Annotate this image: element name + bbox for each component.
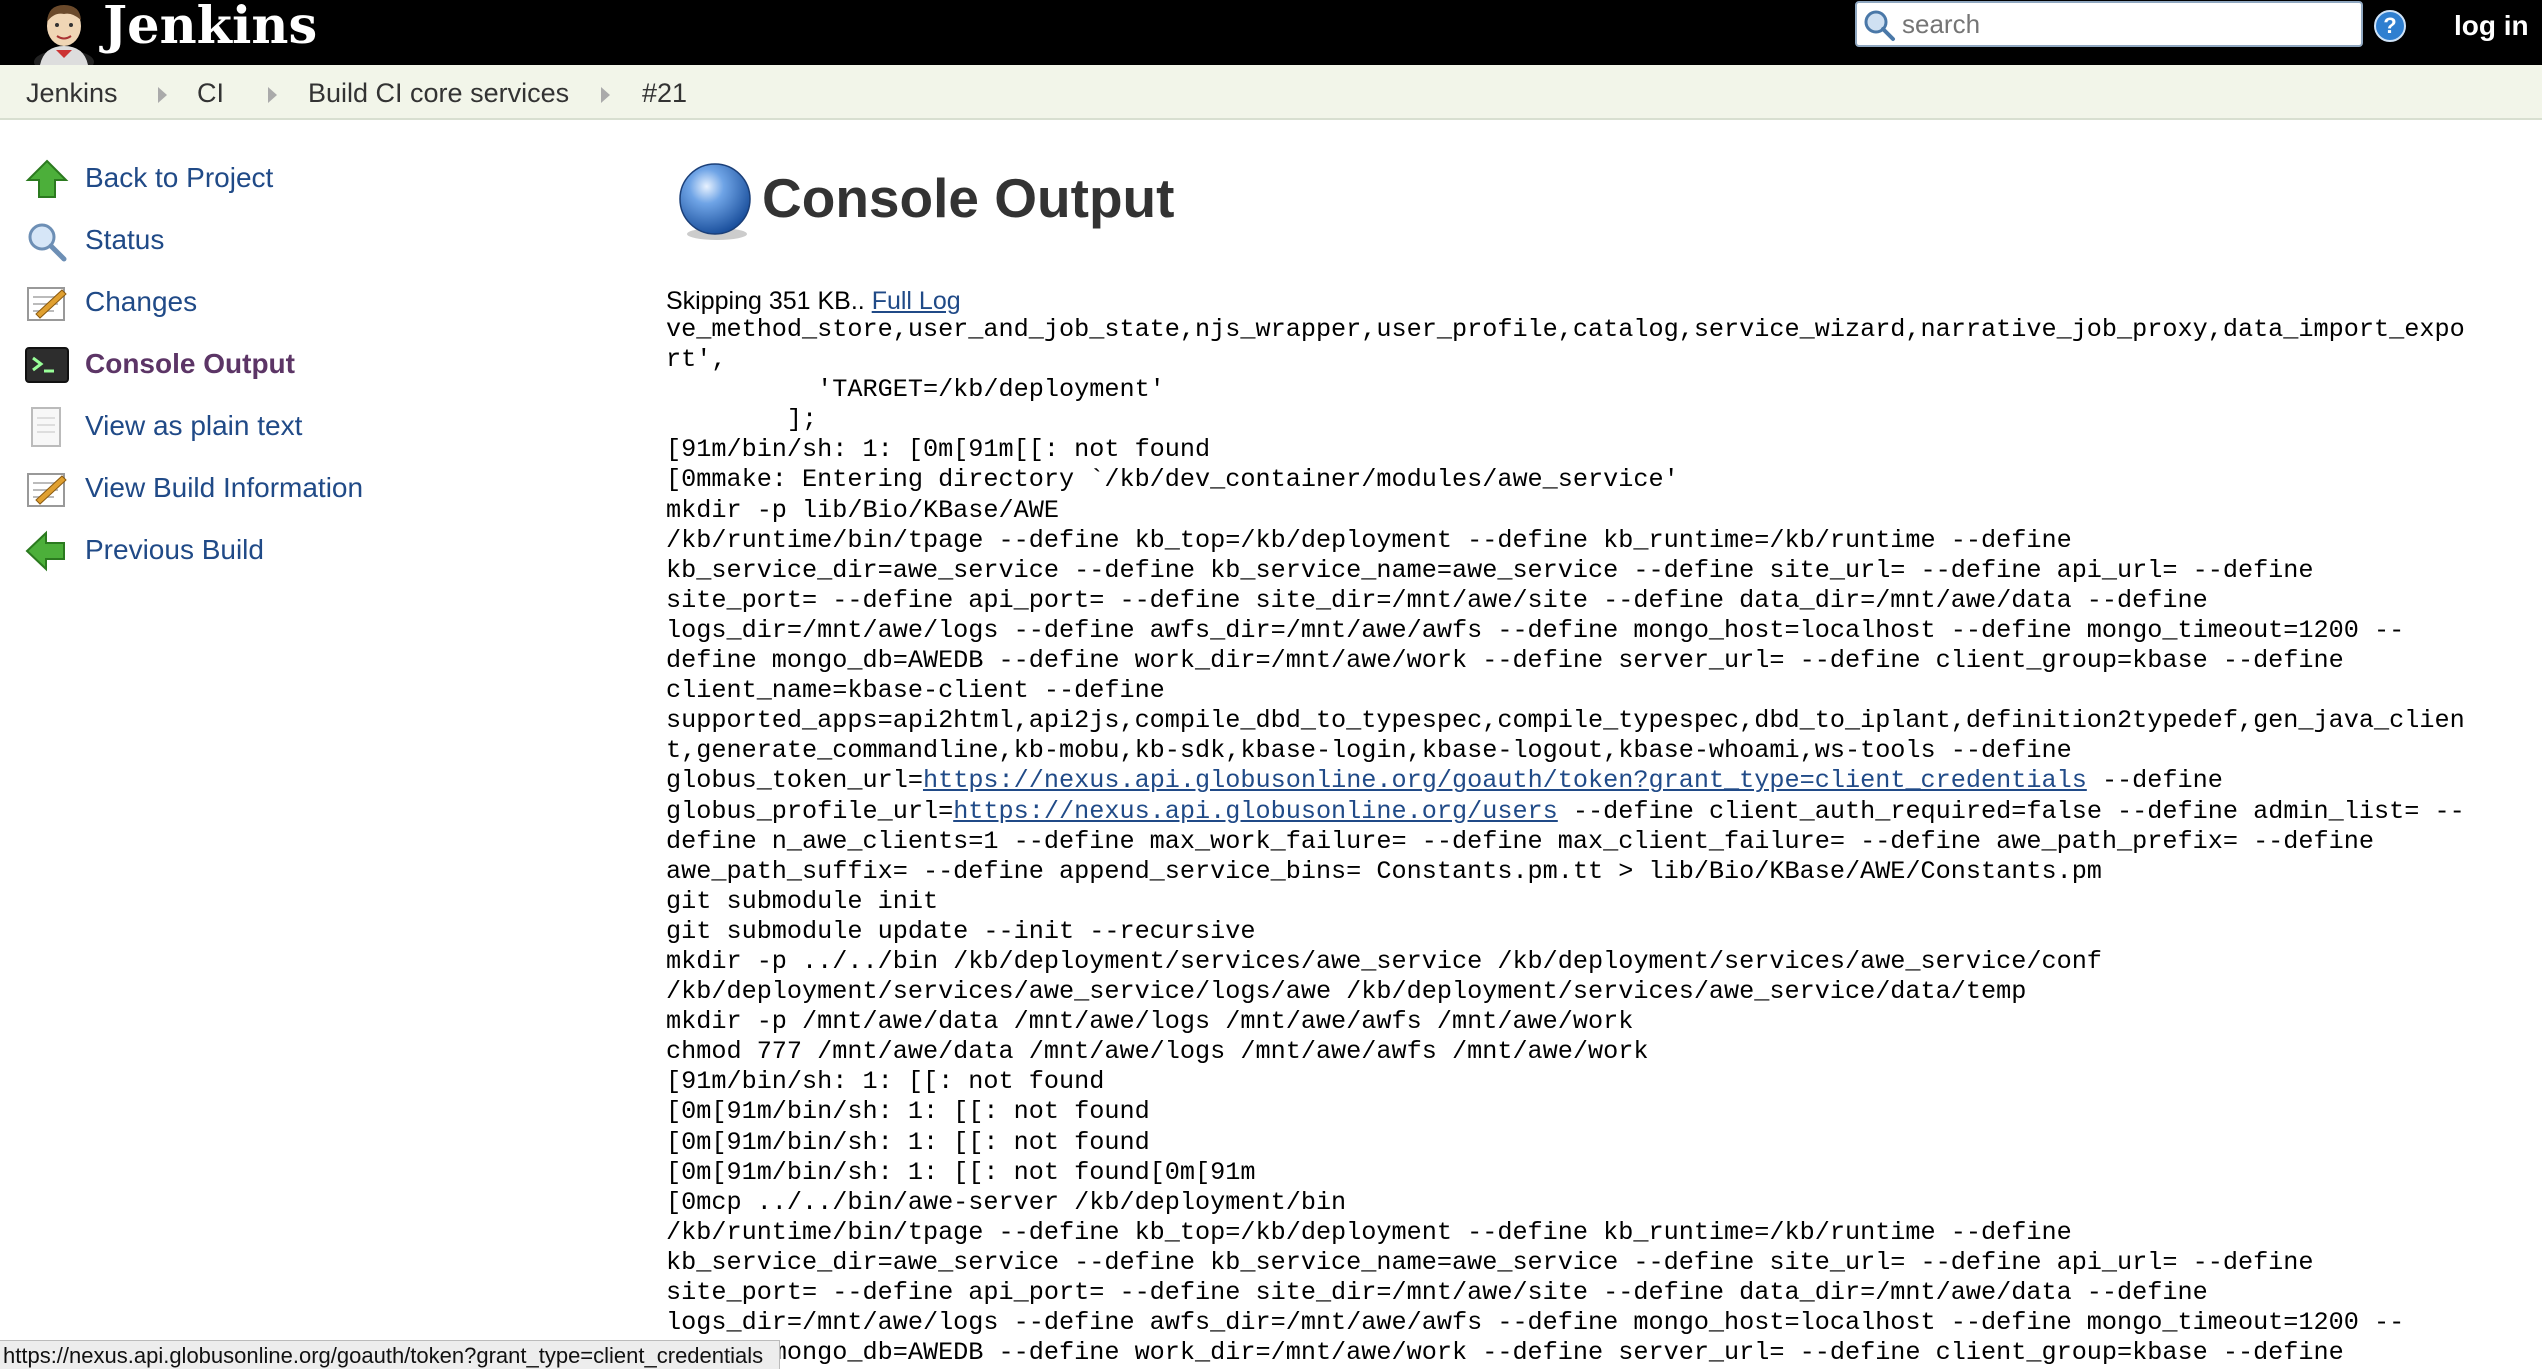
console-output: ve_method_store,user_and_job_state,njs_w… xyxy=(666,315,2465,1368)
sidebar-item-label[interactable]: Status xyxy=(85,222,164,258)
document-icon xyxy=(31,407,61,447)
console-line: chmod 777 /mnt/awe/data /mnt/awe/logs /m… xyxy=(666,1037,1649,1067)
search-icon xyxy=(1864,10,1895,41)
notepad-icon xyxy=(27,287,67,321)
console-line: logs_dir=/mnt/awe/logs --define awfs_dir… xyxy=(666,1308,2405,1338)
skip-notice: Skipping 351 KB.. Full Log xyxy=(666,285,961,317)
console-line: client_name=kbase-client --define xyxy=(666,676,1165,706)
console-line: [91m/bin/sh: 1: [[: not found xyxy=(666,1067,1105,1097)
breadcrumb-ci[interactable]: CI xyxy=(197,77,224,109)
console-line: define mongo_db=AWEDB --define work_dir=… xyxy=(666,1338,2344,1368)
console-line: /kb/runtime/bin/tpage --define kb_top=/k… xyxy=(666,525,2072,555)
console-line: define n_awe_clients=1 --define max_work… xyxy=(666,826,2374,856)
sidebar-item-label[interactable]: View as plain text xyxy=(85,408,302,444)
console-line: /kb/deployment/services/awe_service/logs… xyxy=(666,977,2027,1007)
search-input[interactable] xyxy=(1902,6,2342,42)
console-line: git submodule update --init --recursive xyxy=(666,916,1256,946)
console-line: [0mcp ../../bin/awe-server /kb/deploymen… xyxy=(666,1187,1347,1217)
console-line: [0m[91m/bin/sh: 1: [[: not found xyxy=(666,1127,1150,1157)
console-line: [0m[91m/bin/sh: 1: [[: not found xyxy=(666,1097,1150,1127)
sidebar-item-back-to-project[interactable]: Back to Project xyxy=(24,154,584,202)
console-line: /kb/runtime/bin/tpage --define kb_top=/k… xyxy=(666,1217,2072,1247)
breadcrumb-separator-icon xyxy=(268,87,277,103)
sidebar-item-changes[interactable]: Changes xyxy=(24,278,584,326)
console-line: define mongo_db=AWEDB --define work_dir=… xyxy=(666,646,2344,676)
breadcrumb-separator-icon xyxy=(601,87,610,103)
console-line: git submodule init xyxy=(666,886,939,916)
magnifier-icon xyxy=(28,223,67,262)
console-line: kb_service_dir=awe_service --define kb_s… xyxy=(666,1247,2314,1277)
sidebar-item-label[interactable]: View Build Information xyxy=(85,470,363,506)
console-line: supported_apps=api2html,api2js,compile_d… xyxy=(666,706,2465,736)
sidebar-item-label[interactable]: Previous Build xyxy=(85,532,264,568)
sidebar-item-status[interactable]: Status xyxy=(24,216,584,264)
breadcrumb-separator-icon xyxy=(158,87,167,103)
page-title: Console Output xyxy=(762,167,1175,229)
console-line: 'TARGET=/kb/deployment' xyxy=(666,375,1165,405)
status-bar-url: https://nexus.api.globusonline.org/goaut… xyxy=(0,1340,781,1369)
terminal-icon xyxy=(25,347,69,383)
blue-status-ball-icon xyxy=(679,163,751,240)
brand-name[interactable]: Jenkins xyxy=(103,0,317,59)
console-line: rt', xyxy=(666,345,727,375)
skip-text: Skipping 351 KB.. xyxy=(666,287,872,315)
console-line: [0m[91m/bin/sh: 1: [[: not found[0m[91m xyxy=(666,1157,1256,1187)
breadcrumb-build-ci-core-services[interactable]: Build CI core services xyxy=(308,77,569,109)
sidebar-item-view-as-plain-text[interactable]: View as plain text xyxy=(24,402,584,450)
full-log-link[interactable]: Full Log xyxy=(872,287,961,315)
console-line: ]; xyxy=(666,405,818,435)
console-line: mkdir -p lib/Bio/KBase/AWE xyxy=(666,495,1059,525)
left-arrow-icon xyxy=(25,530,65,572)
console-line: [91m/bin/sh: 1: [0m[91m[[: not found xyxy=(666,435,1211,465)
console-line: globus_profile_url=https://nexus.api.glo… xyxy=(666,796,2465,826)
console-url-link[interactable]: https://nexus.api.globusonline.org/users xyxy=(953,797,1558,826)
console-url-link[interactable]: https://nexus.api.globusonline.org/goaut… xyxy=(923,766,2087,795)
console-line: awe_path_suffix= --define append_service… xyxy=(666,856,2102,886)
console-line: site_port= --define api_port= --define s… xyxy=(666,585,2208,615)
console-line: site_port= --define api_port= --define s… xyxy=(666,1278,2208,1307)
sidebar-item-view-build-information[interactable]: View Build Information xyxy=(24,464,584,512)
console-line: globus_token_url=https://nexus.api.globu… xyxy=(666,766,2223,796)
sidebar-item-previous-build[interactable]: Previous Build xyxy=(24,526,584,574)
console-line: ve_method_store,user_and_job_state,njs_w… xyxy=(666,315,2465,344)
console-line: logs_dir=/mnt/awe/logs --define awfs_dir… xyxy=(666,615,2405,645)
notepad-icon xyxy=(27,473,67,507)
jenkins-butler-logo[interactable] xyxy=(26,0,102,65)
console-line: mkdir -p /mnt/awe/data /mnt/awe/logs /mn… xyxy=(666,1007,1634,1037)
console-line: mkdir -p ../../bin /kb/deployment/servic… xyxy=(666,946,2102,976)
console-line: [0mmake: Entering directory `/kb/dev_con… xyxy=(666,465,1679,495)
breadcrumb: Jenkins CI Build CI core services #21 xyxy=(0,65,2542,120)
sidebar-item-label[interactable]: Back to Project xyxy=(85,160,273,196)
sidebar-item-label[interactable]: Console Output xyxy=(85,346,295,382)
login-link[interactable]: log in xyxy=(2454,8,2529,44)
sidebar-item-label[interactable]: Changes xyxy=(85,284,197,320)
breadcrumb-build-number[interactable]: #21 xyxy=(642,77,687,109)
sidebar-item-console-output[interactable]: Console Output xyxy=(24,340,584,388)
breadcrumb-jenkins[interactable]: Jenkins xyxy=(26,77,118,109)
up-arrow-icon xyxy=(25,159,69,198)
help-icon[interactable]: ? xyxy=(2374,10,2406,42)
console-line: t,generate_commandline,kb-mobu,kb-sdk,kb… xyxy=(666,736,2072,766)
console-line: kb_service_dir=awe_service --define kb_s… xyxy=(666,555,2314,585)
